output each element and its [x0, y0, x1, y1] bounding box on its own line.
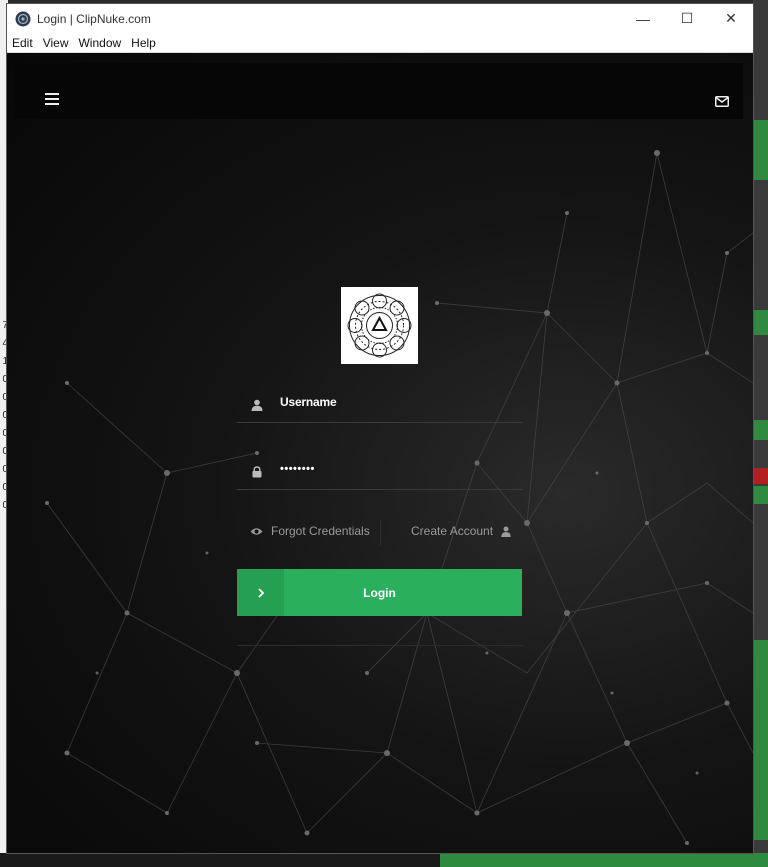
background-desktop-right — [753, 0, 768, 867]
chevron-right-icon — [237, 569, 284, 616]
network-background-image — [45, 150, 753, 845]
hamburger-icon[interactable] — [45, 93, 59, 105]
window-title: Login | ClipNuke.com — [37, 11, 151, 26]
eye-icon — [250, 527, 263, 536]
password-field[interactable]: •••••••• — [237, 455, 523, 490]
forgot-credentials-link[interactable]: Forgot Credentials — [250, 524, 370, 538]
links-divider — [380, 520, 381, 546]
lock-icon — [251, 465, 263, 478]
app-window: Login | ClipNuke.com — ☐ ✕ Edit View Win… — [7, 4, 753, 853]
login-button-label: Login — [363, 585, 396, 600]
menu-help[interactable]: Help — [126, 36, 161, 50]
maximize-button[interactable]: ☐ — [665, 4, 709, 33]
menu-edit[interactable]: Edit — [7, 36, 38, 50]
menu-bar: Edit View Window Help — [7, 33, 753, 53]
username-field[interactable]: Username — [237, 388, 523, 423]
menu-window[interactable]: Window — [73, 36, 126, 50]
envelope-icon[interactable] — [715, 94, 729, 107]
create-account-label: Create Account — [411, 524, 494, 538]
form-bottom-divider — [237, 645, 523, 646]
title-bar[interactable]: Login | ClipNuke.com — ☐ ✕ — [7, 4, 753, 33]
close-button[interactable]: ✕ — [709, 4, 753, 33]
login-page: Username •••••••• Forgot Credentials Cre… — [7, 53, 753, 853]
user-icon — [501, 526, 511, 537]
login-button[interactable]: Login — [237, 569, 522, 616]
menu-view[interactable]: View — [38, 36, 74, 50]
username-value: Username — [280, 395, 337, 409]
top-navbar — [15, 63, 743, 119]
minimize-button[interactable]: — — [621, 4, 665, 33]
background-desktop-bottom — [0, 853, 768, 867]
site-logo — [341, 287, 418, 364]
app-logo-icon — [15, 11, 31, 27]
password-value: •••••••• — [280, 463, 315, 475]
forgot-credentials-label: Forgot Credentials — [271, 524, 370, 538]
create-account-link[interactable]: Create Account — [411, 524, 511, 538]
user-icon — [251, 398, 263, 411]
